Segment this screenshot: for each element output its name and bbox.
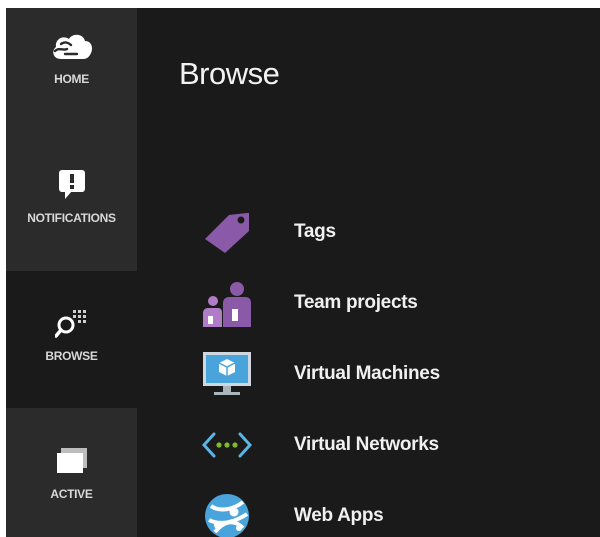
sidebar-item-home[interactable]: HOME xyxy=(6,8,137,128)
sidebar-nav: HOME NOTIFICATIONS BROWSE ACTIVE xyxy=(6,8,137,537)
browse-item-label: Team projects xyxy=(294,291,418,313)
windows-stack-icon xyxy=(55,441,89,481)
sidebar-item-label: NOTIFICATIONS xyxy=(27,211,116,225)
cloud-icon xyxy=(49,26,95,66)
portal-window: HOME NOTIFICATIONS BROWSE ACTIVE Browse … xyxy=(6,8,600,537)
globe-icon xyxy=(197,491,257,537)
browse-item-virtual-machines[interactable]: Virtual Machines xyxy=(197,338,577,409)
browse-item-label: Web Apps xyxy=(294,504,384,526)
sidebar-item-browse[interactable]: BROWSE xyxy=(6,271,137,408)
browse-item-label: Virtual Networks xyxy=(294,433,439,455)
monitor-icon xyxy=(197,349,257,399)
browse-list: Tags Team projects Virtual Machines Virt… xyxy=(197,196,577,537)
browse-item-team-projects[interactable]: Team projects xyxy=(197,267,577,338)
sidebar-item-label: ACTIVE xyxy=(50,487,93,501)
sidebar-item-notifications[interactable]: NOTIFICATIONS xyxy=(6,143,137,271)
browse-item-label: Virtual Machines xyxy=(294,362,440,384)
notification-icon xyxy=(57,165,87,205)
browse-item-virtual-networks[interactable]: Virtual Networks xyxy=(197,409,577,480)
page-title: Browse xyxy=(179,56,280,91)
browse-panel: Browse Tags Team projects Virtual Machin… xyxy=(137,8,600,537)
team-icon xyxy=(197,278,257,328)
browse-item-label: Tags xyxy=(294,220,336,242)
sidebar-item-label: HOME xyxy=(54,72,89,86)
browse-item-tags[interactable]: Tags xyxy=(197,196,577,267)
browse-item-web-apps[interactable]: Web Apps xyxy=(197,480,577,537)
sidebar-item-active[interactable]: ACTIVE xyxy=(6,408,137,537)
tag-icon xyxy=(197,207,257,257)
sidebar-item-label: BROWSE xyxy=(45,349,98,363)
browse-search-icon xyxy=(54,303,89,343)
network-icon xyxy=(197,420,257,470)
